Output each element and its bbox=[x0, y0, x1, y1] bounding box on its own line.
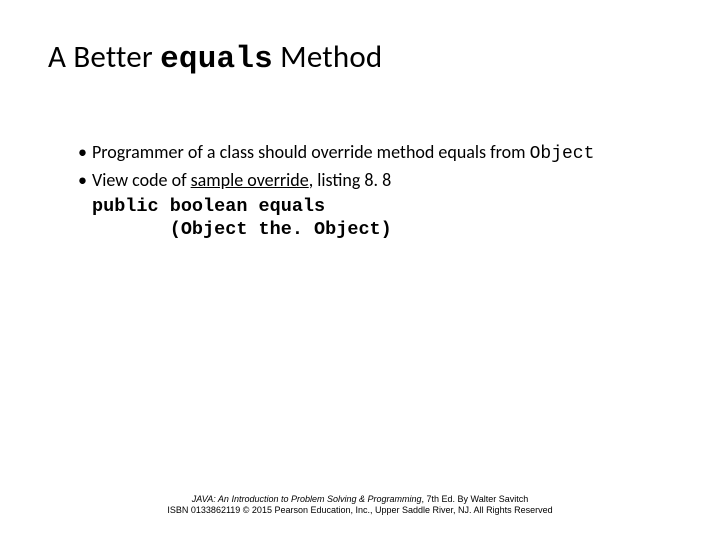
title-pre: A Better bbox=[48, 38, 160, 76]
slide-body: Programmer of a class should override me… bbox=[78, 140, 678, 241]
bullet-2-pre: View code of bbox=[92, 169, 191, 191]
bullet-2: View code of sample override, listing 8.… bbox=[78, 168, 678, 192]
footer-line-2: ISBN 0133862119 © 2015 Pearson Education… bbox=[0, 505, 720, 516]
code-block: public boolean equals (Object the. Objec… bbox=[92, 195, 678, 241]
footer-line-1: JAVA: An Introduction to Problem Solving… bbox=[0, 494, 720, 505]
sample-override-link[interactable]: sample override bbox=[191, 169, 309, 191]
title-post: Method bbox=[273, 38, 382, 76]
footer-book-title: JAVA: An Introduction to Problem Solving… bbox=[192, 494, 422, 504]
slide: A Better equals Method Programmer of a c… bbox=[0, 0, 720, 540]
code-line-1: public boolean equals bbox=[92, 196, 325, 217]
slide-title: A Better equals Method bbox=[48, 38, 382, 77]
bullet-1-text: Programmer of a class should override me… bbox=[92, 141, 530, 163]
title-mono: equals bbox=[160, 42, 273, 77]
bullet-1-mono: Object bbox=[530, 144, 595, 164]
code-line-2: (Object the. Object) bbox=[92, 219, 392, 240]
bullet-2-post: , listing 8. 8 bbox=[309, 169, 392, 191]
footer-edition: , 7th Ed. By Walter Savitch bbox=[422, 494, 529, 504]
footer: JAVA: An Introduction to Problem Solving… bbox=[0, 494, 720, 517]
bullet-1: Programmer of a class should override me… bbox=[78, 140, 678, 166]
